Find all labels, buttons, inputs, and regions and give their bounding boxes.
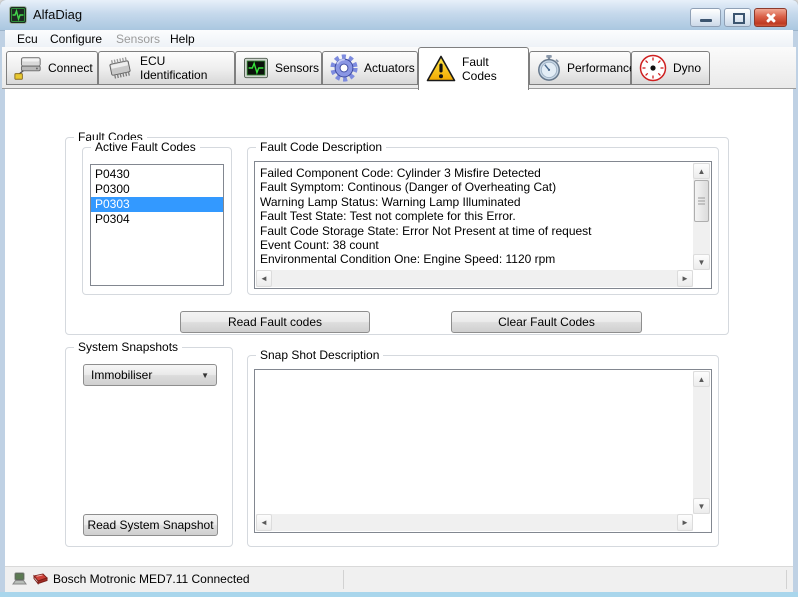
horizontal-scrollbar[interactable]: ◄ ► xyxy=(256,514,693,531)
tab-sensors[interactable]: Sensors xyxy=(235,51,322,85)
scroll-up-icon[interactable]: ▲ xyxy=(693,371,710,387)
snapshot-description-text-area[interactable]: ▲ ▼ ◄ ► xyxy=(254,369,712,533)
main-content: Fault Codes Active Fault Codes P0430 P03… xyxy=(5,89,793,567)
connect-icon xyxy=(13,54,43,82)
snapshot-dropdown-value: Immobiliser xyxy=(91,368,152,382)
tab-connect-label: Connect xyxy=(48,61,93,75)
description-line: Warning Lamp Status: Warning Lamp Illumi… xyxy=(260,195,689,209)
app-window: AlfaDiag Ecu Configure Sensors Help xyxy=(0,0,798,597)
ecu-connected-icon xyxy=(31,572,49,591)
description-line: Fault Test State: Test not complete for … xyxy=(260,209,689,223)
description-line: Fault Code Storage State: Error Not Pres… xyxy=(260,224,689,238)
list-item[interactable]: P0300 xyxy=(91,182,223,197)
list-item[interactable]: P0430 xyxy=(91,167,223,182)
tab-dyno-label: Dyno xyxy=(673,61,701,75)
list-item-selected[interactable]: P0303 xyxy=(91,197,223,212)
statusbar-divider xyxy=(786,570,787,589)
minimize-button[interactable] xyxy=(690,8,721,27)
scroll-right-icon[interactable]: ► xyxy=(677,270,693,287)
tab-fault-codes[interactable]: Fault Codes xyxy=(418,47,529,90)
warning-icon xyxy=(425,54,457,84)
fault-description-text: Failed Component Code: Cylinder 3 Misfir… xyxy=(260,166,689,267)
tab-sensors-label: Sensors xyxy=(275,61,319,75)
description-line: Environmental Condition One: Engine Spee… xyxy=(260,252,689,266)
tab-actuators-label: Actuators xyxy=(364,61,415,75)
tab-ecu-identification[interactable]: ECU Identification xyxy=(98,51,235,85)
scroll-right-icon[interactable]: ► xyxy=(677,514,693,531)
description-line: Failed Component Code: Cylinder 3 Misfir… xyxy=(260,166,689,180)
tab-performance-label: Performance xyxy=(567,61,636,75)
minimize-icon xyxy=(700,19,712,22)
clear-fault-codes-button[interactable]: Clear Fault Codes xyxy=(451,311,642,333)
window-title: AlfaDiag xyxy=(33,7,82,22)
app-icon xyxy=(9,6,27,24)
dropdown-arrow-icon: ▼ xyxy=(201,371,209,380)
fault-code-listbox[interactable]: P0430 P0300 P0303 P0304 xyxy=(90,164,224,286)
gauge-icon xyxy=(638,53,668,83)
menu-item-help[interactable]: Help xyxy=(167,31,198,47)
scroll-up-icon[interactable]: ▲ xyxy=(693,163,710,179)
tab-fault-codes-label: Fault Codes xyxy=(462,55,522,83)
tab-actuators[interactable]: Actuators xyxy=(322,51,418,85)
scroll-left-icon[interactable]: ◄ xyxy=(256,270,272,287)
system-snapshots-group-label: System Snapshots xyxy=(74,340,182,354)
read-system-snapshot-button[interactable]: Read System Snapshot xyxy=(83,514,218,536)
menu-item-sensors[interactable]: Sensors xyxy=(113,31,163,47)
snapshot-dropdown[interactable]: Immobiliser ▼ xyxy=(83,364,217,386)
status-bar: Bosch Motronic MED7.11 Connected xyxy=(5,566,793,592)
tab-performance[interactable]: Performance xyxy=(529,51,631,85)
scroll-left-icon[interactable]: ◄ xyxy=(256,514,272,531)
title-bar[interactable]: AlfaDiag xyxy=(0,0,798,31)
description-line: Fault Symptom: Continous (Danger of Over… xyxy=(260,180,689,194)
tab-ecu-identification-label: ECU Identification xyxy=(140,54,228,82)
active-fault-codes-group-label: Active Fault Codes xyxy=(91,140,200,154)
maximize-icon xyxy=(733,13,745,24)
menu-bar: Ecu Configure Sensors Help xyxy=(5,30,793,48)
vertical-scrollbar[interactable]: ▲ ▼ xyxy=(693,163,710,270)
description-line: Event Count: 38 count xyxy=(260,238,689,252)
fault-description-text-area[interactable]: Failed Component Code: Cylinder 3 Misfir… xyxy=(254,161,712,289)
oscilloscope-icon xyxy=(242,56,270,80)
horizontal-scrollbar[interactable]: ◄ ► xyxy=(256,270,693,287)
statusbar-divider xyxy=(343,570,344,589)
read-fault-codes-button[interactable]: Read Fault codes xyxy=(180,311,370,333)
fault-code-description-group-label: Fault Code Description xyxy=(256,140,386,154)
close-button[interactable] xyxy=(754,8,787,27)
snapshot-description-group-label: Snap Shot Description xyxy=(256,348,383,362)
vertical-scrollbar[interactable]: ▲ ▼ xyxy=(693,371,710,514)
stopwatch-icon xyxy=(536,54,562,82)
list-item[interactable]: P0304 xyxy=(91,212,223,227)
window-frame-bottom xyxy=(0,592,798,597)
status-text: Bosch Motronic MED7.11 Connected xyxy=(53,572,250,586)
chip-icon xyxy=(105,55,135,81)
scroll-down-icon[interactable]: ▼ xyxy=(693,498,710,514)
maximize-button[interactable] xyxy=(724,8,751,27)
menu-item-ecu[interactable]: Ecu xyxy=(14,31,41,47)
scroll-down-icon[interactable]: ▼ xyxy=(693,254,710,270)
laptop-status-icon xyxy=(11,572,28,592)
gear-icon xyxy=(329,53,359,83)
toolbar-tabs: Connect xyxy=(2,47,796,89)
scrollbar-thumb[interactable] xyxy=(694,180,709,222)
tab-connect[interactable]: Connect xyxy=(6,51,98,85)
menu-item-configure[interactable]: Configure xyxy=(47,31,105,47)
close-icon xyxy=(765,12,776,23)
tab-dyno[interactable]: Dyno xyxy=(631,51,710,85)
